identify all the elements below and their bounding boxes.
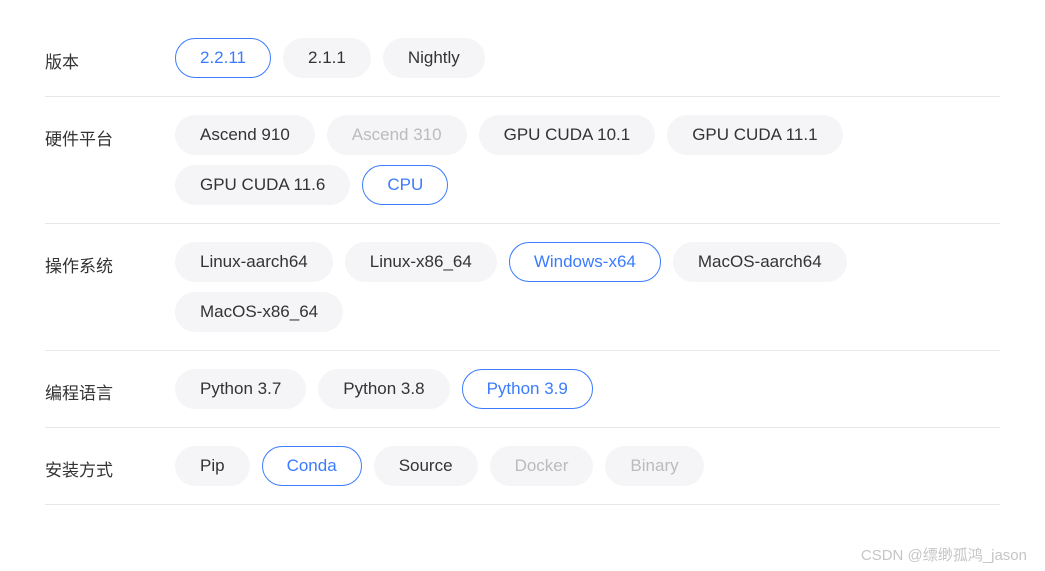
- options-container: 2.2.11 2.1.1 Nightly: [175, 38, 1000, 78]
- option-row: 操作系统Linux-aarch64 Linux-x86_64 Windows-x64…: [45, 224, 1000, 351]
- option-pill-2-2-11[interactable]: 2.2.11: [175, 38, 271, 78]
- options-container: Pip Conda Source Docker Binary: [175, 446, 1000, 486]
- option-pill-conda[interactable]: Conda: [262, 446, 362, 486]
- row-label: 操作系统: [45, 242, 175, 277]
- option-pill-pip[interactable]: Pip: [175, 446, 250, 486]
- option-pill-source[interactable]: Source: [374, 446, 478, 486]
- watermark-text: CSDN @缥缈孤鸿_jason: [861, 544, 1027, 565]
- option-pill-macos-x86-64[interactable]: MacOS-x86_64: [175, 292, 343, 332]
- option-pill-python-3-9[interactable]: Python 3.9: [462, 369, 593, 409]
- options-container: Python 3.7 Python 3.8 Python 3.9: [175, 369, 1000, 409]
- option-pill-ascend-910[interactable]: Ascend 910: [175, 115, 315, 155]
- option-pill-docker: Docker: [490, 446, 594, 486]
- option-pill-gpu-cuda-11-1[interactable]: GPU CUDA 11.1: [667, 115, 842, 155]
- option-pill-2-1-1[interactable]: 2.1.1: [283, 38, 371, 78]
- option-pill-linux-x86-64[interactable]: Linux-x86_64: [345, 242, 497, 282]
- option-pill-gpu-cuda-11-6[interactable]: GPU CUDA 11.6: [175, 165, 350, 205]
- option-row: 编程语言Python 3.7 Python 3.8 Python 3.9: [45, 351, 1000, 428]
- option-row: 版本2.2.11 2.1.1 Nightly: [45, 20, 1000, 97]
- row-label: 编程语言: [45, 369, 175, 404]
- option-pill-python-3-7[interactable]: Python 3.7: [175, 369, 306, 409]
- options-container: Ascend 910 Ascend 310 GPU CUDA 10.1 GPU CUD…: [175, 115, 1000, 205]
- row-label: 硬件平台: [45, 115, 175, 150]
- option-pill-ascend-310: Ascend 310: [327, 115, 467, 155]
- option-row: 安装方式Pip Conda Source Docker Binary: [45, 428, 1000, 505]
- option-pill-macos-aarch64[interactable]: MacOS-aarch64: [673, 242, 847, 282]
- option-pill-cpu[interactable]: CPU: [362, 165, 448, 205]
- option-row: 硬件平台Ascend 910 Ascend 310 GPU CUDA 10.1 GPU…: [45, 97, 1000, 224]
- options-container: Linux-aarch64 Linux-x86_64 Windows-x64 MacO…: [175, 242, 1000, 332]
- option-pill-linux-aarch64[interactable]: Linux-aarch64: [175, 242, 333, 282]
- option-pill-binary: Binary: [605, 446, 703, 486]
- option-pill-windows-x64[interactable]: Windows-x64: [509, 242, 661, 282]
- row-label: 版本: [45, 38, 175, 73]
- row-label: 安装方式: [45, 446, 175, 481]
- option-pill-gpu-cuda-10-1[interactable]: GPU CUDA 10.1: [479, 115, 656, 155]
- option-pill-nightly[interactable]: Nightly: [383, 38, 485, 78]
- option-pill-python-3-8[interactable]: Python 3.8: [318, 369, 449, 409]
